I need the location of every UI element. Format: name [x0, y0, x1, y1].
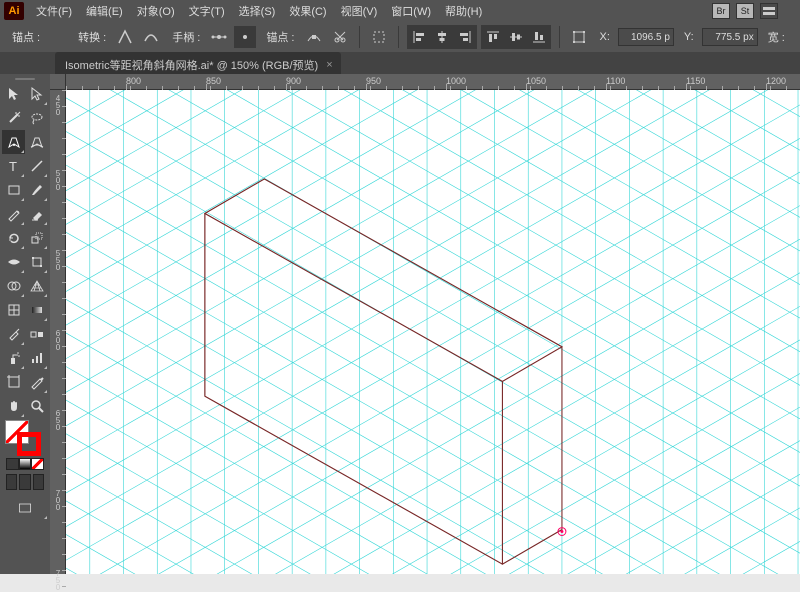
convert-corner-icon[interactable] [114, 26, 136, 48]
artboard-tool[interactable] [2, 370, 25, 394]
handle-show-icon[interactable] [208, 26, 230, 48]
direct-selection-tool[interactable] [25, 82, 48, 106]
width-tool[interactable] [2, 250, 25, 274]
menu-bar: Ai 文件(F) 编辑(E) 对象(O) 文字(T) 选择(S) 效果(C) 视… [0, 0, 800, 22]
align-vcenter-icon[interactable] [505, 26, 527, 48]
cut-path-icon[interactable] [329, 26, 351, 48]
curvature-tool[interactable] [25, 130, 48, 154]
y-label: Y: [684, 31, 694, 43]
align-horizontal-group [407, 25, 477, 49]
gradient-tool[interactable] [25, 298, 48, 322]
artboard[interactable] [66, 90, 800, 574]
canvas-area: 80085090095010001050110011501200 4505005… [50, 74, 800, 574]
convert-label: 转换 : [78, 29, 106, 45]
align-right-icon[interactable] [454, 26, 476, 48]
anchors-label: 锚点 : [266, 29, 294, 45]
handle-hide-icon[interactable] [234, 26, 256, 48]
perspective-grid-tool[interactable] [25, 274, 48, 298]
scale-tool[interactable] [25, 226, 48, 250]
remove-anchor-icon[interactable] [303, 26, 325, 48]
color-mode-btn[interactable] [6, 458, 19, 470]
x-label: X: [600, 31, 610, 43]
align-vertical-group [481, 25, 551, 49]
anchor-label: 锚点 : [12, 29, 40, 45]
connect-path-icon[interactable] [368, 26, 390, 48]
graph-tool[interactable] [25, 346, 48, 370]
shape-builder-tool[interactable] [2, 274, 25, 298]
menu-window[interactable]: 窗口(W) [385, 1, 437, 21]
svg-text:T: T [9, 159, 17, 174]
y-field[interactable] [702, 28, 758, 46]
draw-behind-btn[interactable] [19, 474, 30, 490]
shaper-tool[interactable] [2, 202, 25, 226]
gradient-mode-btn[interactable] [19, 458, 32, 470]
rectangle-tool[interactable] [2, 178, 25, 202]
ruler-horizontal[interactable]: 80085090095010001050110011501200 [66, 74, 800, 90]
document-tab-bar: Isometric等距视角斜角网格.ai* @ 150% (RGB/预览) × [0, 52, 800, 74]
options-bar: 锚点 : 转换 : 手柄 : 锚点 : X: Y: 宽 : [0, 22, 800, 52]
menu-object[interactable]: 对象(O) [131, 1, 181, 21]
lasso-tool[interactable] [25, 106, 48, 130]
convert-smooth-icon[interactable] [140, 26, 162, 48]
w-label: 宽 : [768, 29, 785, 45]
none-mode-btn[interactable] [31, 458, 44, 470]
slice-tool[interactable] [25, 370, 48, 394]
workspace-icon[interactable] [760, 3, 778, 19]
menu-select[interactable]: 选择(S) [233, 1, 282, 21]
transform-icon[interactable] [568, 26, 590, 48]
rotate-tool[interactable] [2, 226, 25, 250]
pen-tool[interactable] [2, 130, 25, 154]
menu-file[interactable]: 文件(F) [30, 1, 78, 21]
document-tab[interactable]: Isometric等距视角斜角网格.ai* @ 150% (RGB/预览) × [55, 52, 341, 74]
hand-tool[interactable] [2, 394, 25, 418]
ruler-vertical[interactable]: 450500550600650700750 [50, 90, 66, 574]
align-hcenter-icon[interactable] [431, 26, 453, 48]
magic-wand-tool[interactable] [2, 106, 25, 130]
selection-tool[interactable] [2, 82, 25, 106]
menu-effect[interactable]: 效果(C) [283, 1, 332, 21]
align-top-icon[interactable] [482, 26, 504, 48]
toolbox: T [0, 74, 50, 574]
draw-inside-btn[interactable] [33, 474, 44, 490]
menu-edit[interactable]: 编辑(E) [80, 1, 129, 21]
menu-view[interactable]: 视图(V) [335, 1, 384, 21]
x-field[interactable] [618, 28, 674, 46]
eraser-tool[interactable] [25, 202, 48, 226]
menu-type[interactable]: 文字(T) [183, 1, 231, 21]
zoom-tool[interactable] [25, 394, 48, 418]
align-bottom-icon[interactable] [528, 26, 550, 48]
symbol-sprayer-tool[interactable] [2, 346, 25, 370]
badge-br[interactable]: Br [712, 3, 730, 19]
type-tool[interactable]: T [2, 154, 25, 178]
align-left-icon[interactable] [408, 26, 430, 48]
blend-tool[interactable] [25, 322, 48, 346]
badge-st[interactable]: St [736, 3, 754, 19]
app-logo: Ai [4, 2, 24, 20]
handle-label: 手柄 : [172, 29, 200, 45]
free-transform-tool[interactable] [25, 250, 48, 274]
ruler-corner[interactable] [50, 74, 66, 90]
fill-stroke-swatches[interactable] [2, 420, 48, 456]
eyedropper-tool[interactable] [2, 322, 25, 346]
paintbrush-tool[interactable] [25, 178, 48, 202]
close-tab-icon[interactable]: × [326, 59, 332, 71]
line-tool[interactable] [25, 154, 48, 178]
mesh-tool[interactable] [2, 298, 25, 322]
menu-help[interactable]: 帮助(H) [439, 1, 488, 21]
document-tab-title: Isometric等距视角斜角网格.ai* @ 150% (RGB/预览) [65, 57, 318, 73]
draw-normal-btn[interactable] [6, 474, 17, 490]
screen-mode-btn[interactable] [2, 496, 48, 520]
stroke-swatch[interactable] [17, 432, 41, 456]
